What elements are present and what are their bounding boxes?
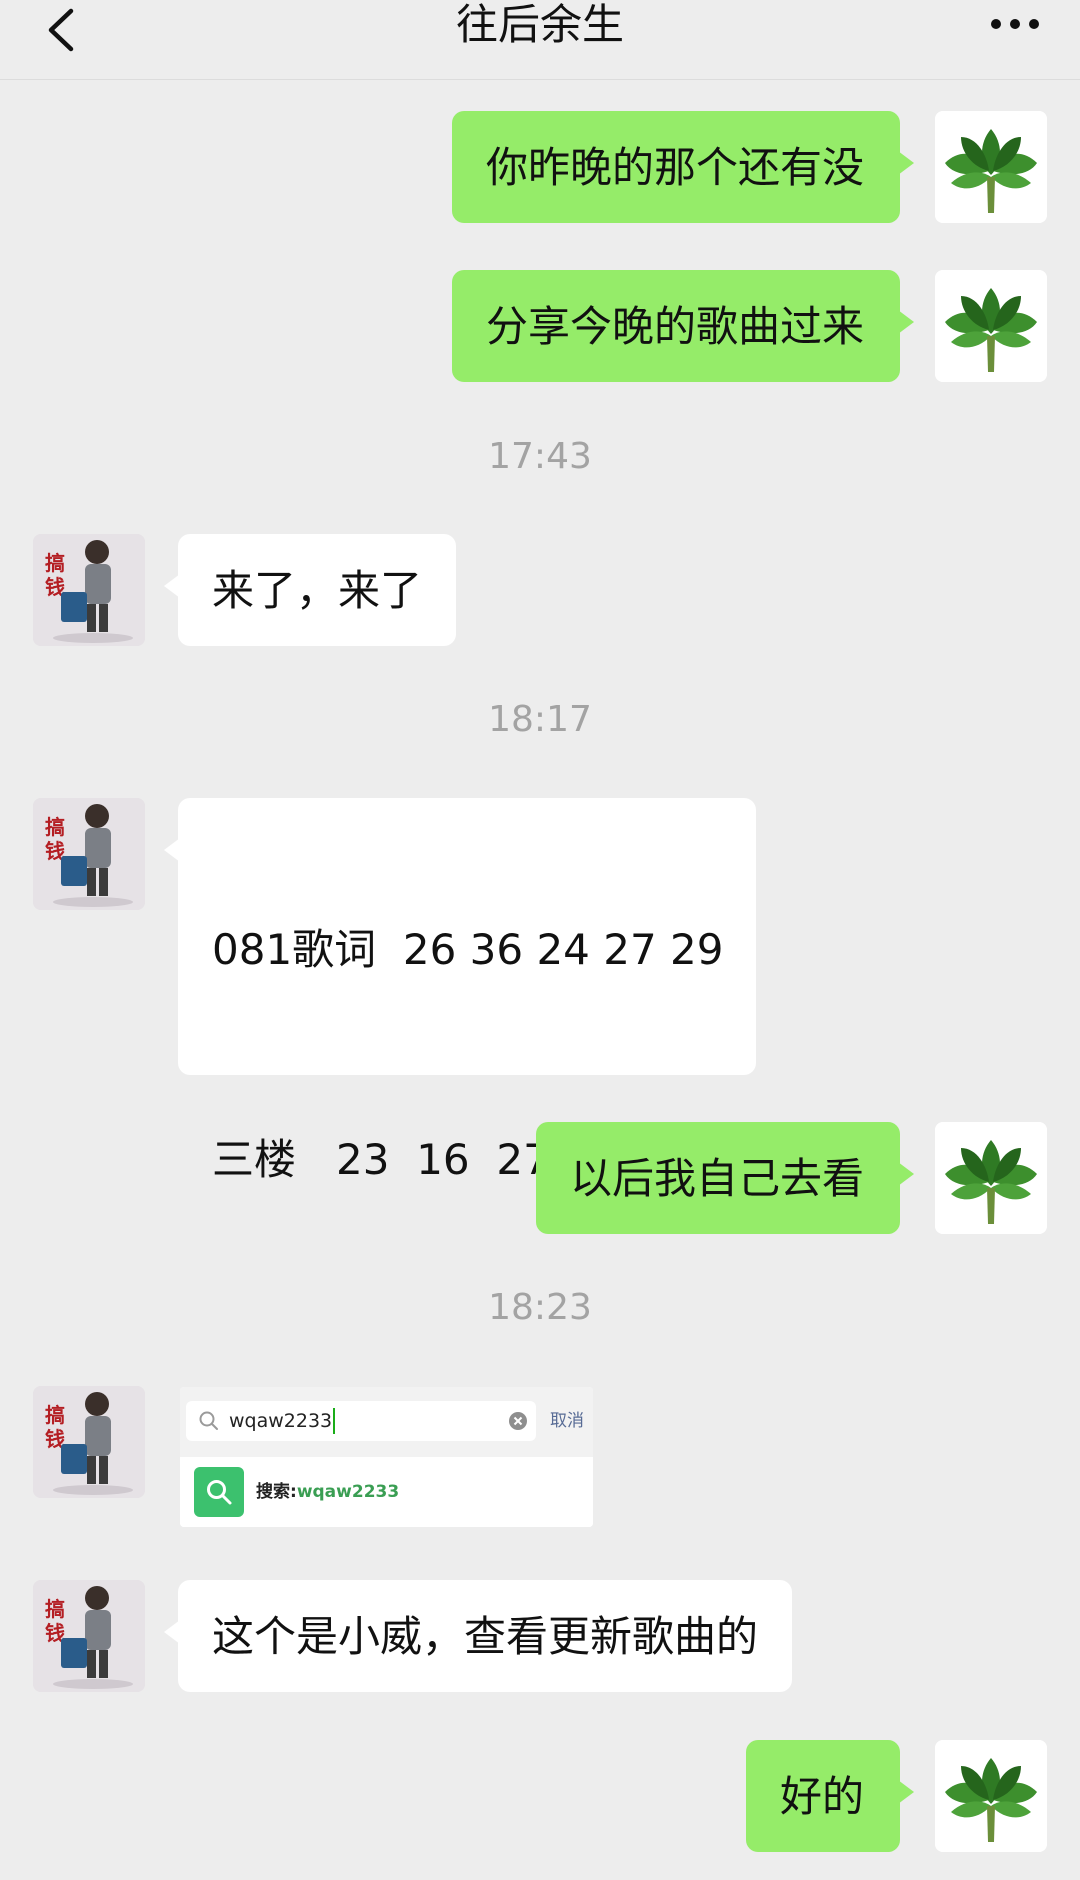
avatar-other[interactable]: 搞 钱 bbox=[33, 1580, 145, 1692]
back-button[interactable] bbox=[30, 0, 90, 60]
more-dot bbox=[1010, 19, 1020, 29]
message-bubble-other[interactable]: 这个是小威，查看更新歌曲的 bbox=[163, 1580, 793, 1692]
svg-text:搞: 搞 bbox=[45, 815, 65, 839]
more-options-button[interactable] bbox=[980, 4, 1050, 44]
leaf-bouquet-avatar bbox=[935, 1122, 1047, 1234]
svg-text:搞: 搞 bbox=[45, 1403, 65, 1427]
image-message[interactable]: wqaw2233 取消 搜索:wqaw2233 bbox=[180, 1387, 593, 1527]
message-bubble-other[interactable]: 来了，来了 bbox=[163, 534, 457, 646]
screenshot-search-input: wqaw2233 bbox=[186, 1401, 536, 1441]
avatar-self[interactable] bbox=[935, 1740, 1047, 1852]
message-text: 这个是小威，查看更新歌曲的 bbox=[212, 1612, 759, 1661]
message-bubble-self[interactable]: 分享今晚的歌曲过来 bbox=[451, 270, 915, 382]
message-text: 以后我自己去看 bbox=[569, 1154, 864, 1203]
message-line: 081歌词 26 36 24 27 29 bbox=[212, 925, 724, 974]
leaf-bouquet-avatar bbox=[935, 111, 1047, 223]
more-dot bbox=[1029, 19, 1039, 29]
svg-text:搞: 搞 bbox=[45, 1597, 65, 1621]
screenshot-search-bar: wqaw2233 取消 bbox=[180, 1387, 593, 1457]
timestamp: 17:43 bbox=[488, 436, 592, 477]
timestamp: 18:17 bbox=[488, 699, 592, 740]
screenshot-cancel-label: 取消 bbox=[550, 1411, 584, 1431]
svg-text:搞: 搞 bbox=[45, 551, 65, 575]
avatar-other[interactable]: 搞 钱 bbox=[33, 1386, 145, 1498]
leaf-bouquet-avatar bbox=[935, 1740, 1047, 1852]
avatar-self[interactable] bbox=[935, 111, 1047, 223]
chevron-left-icon bbox=[48, 8, 74, 52]
leaf-bouquet-avatar bbox=[935, 270, 1047, 382]
boy-avatar: 搞 钱 bbox=[33, 1580, 145, 1692]
boy-avatar: 搞 钱 bbox=[33, 1386, 145, 1498]
avatar-other[interactable]: 搞 钱 bbox=[33, 798, 145, 910]
search-icon bbox=[207, 1480, 232, 1505]
boy-avatar: 搞 钱 bbox=[33, 534, 145, 646]
screenshot-search-result: 搜索:wqaw2233 bbox=[180, 1457, 593, 1527]
message-bubble-other[interactable]: 081歌词 26 36 24 27 29 三楼 23 16 27 bbox=[164, 798, 756, 1184]
message-bubble-self[interactable]: 好的 bbox=[745, 1740, 915, 1852]
avatar-self[interactable] bbox=[935, 270, 1047, 382]
result-label: 搜索: bbox=[256, 1482, 297, 1502]
message-text: 好的 bbox=[779, 1772, 864, 1821]
chat-title: 往后余生 bbox=[455, 0, 624, 49]
screenshot-result-text: 搜索:wqaw2233 bbox=[256, 1457, 399, 1527]
search-result-icon bbox=[194, 1467, 244, 1517]
more-dots-icon bbox=[991, 19, 1001, 29]
search-icon bbox=[199, 1411, 218, 1430]
timestamp: 18:23 bbox=[488, 1287, 592, 1328]
avatar-other[interactable]: 搞 钱 bbox=[33, 534, 145, 646]
clear-icon bbox=[509, 1412, 527, 1430]
message-bubble-self[interactable]: 以后我自己去看 bbox=[535, 1122, 915, 1234]
avatar-self[interactable] bbox=[935, 1122, 1047, 1234]
message-text: 你昨晚的那个还有没 bbox=[485, 143, 864, 192]
result-value: wqaw2233 bbox=[296, 1482, 400, 1502]
message-text: 来了，来了 bbox=[212, 566, 423, 615]
nav-bar: 往后余生 bbox=[0, 0, 1080, 80]
boy-avatar: 搞 钱 bbox=[33, 798, 145, 910]
screenshot-search-value: wqaw2233 bbox=[229, 1408, 336, 1434]
message-bubble-self[interactable]: 你昨晚的那个还有没 bbox=[451, 111, 915, 223]
message-text: 分享今晚的歌曲过来 bbox=[485, 302, 864, 351]
